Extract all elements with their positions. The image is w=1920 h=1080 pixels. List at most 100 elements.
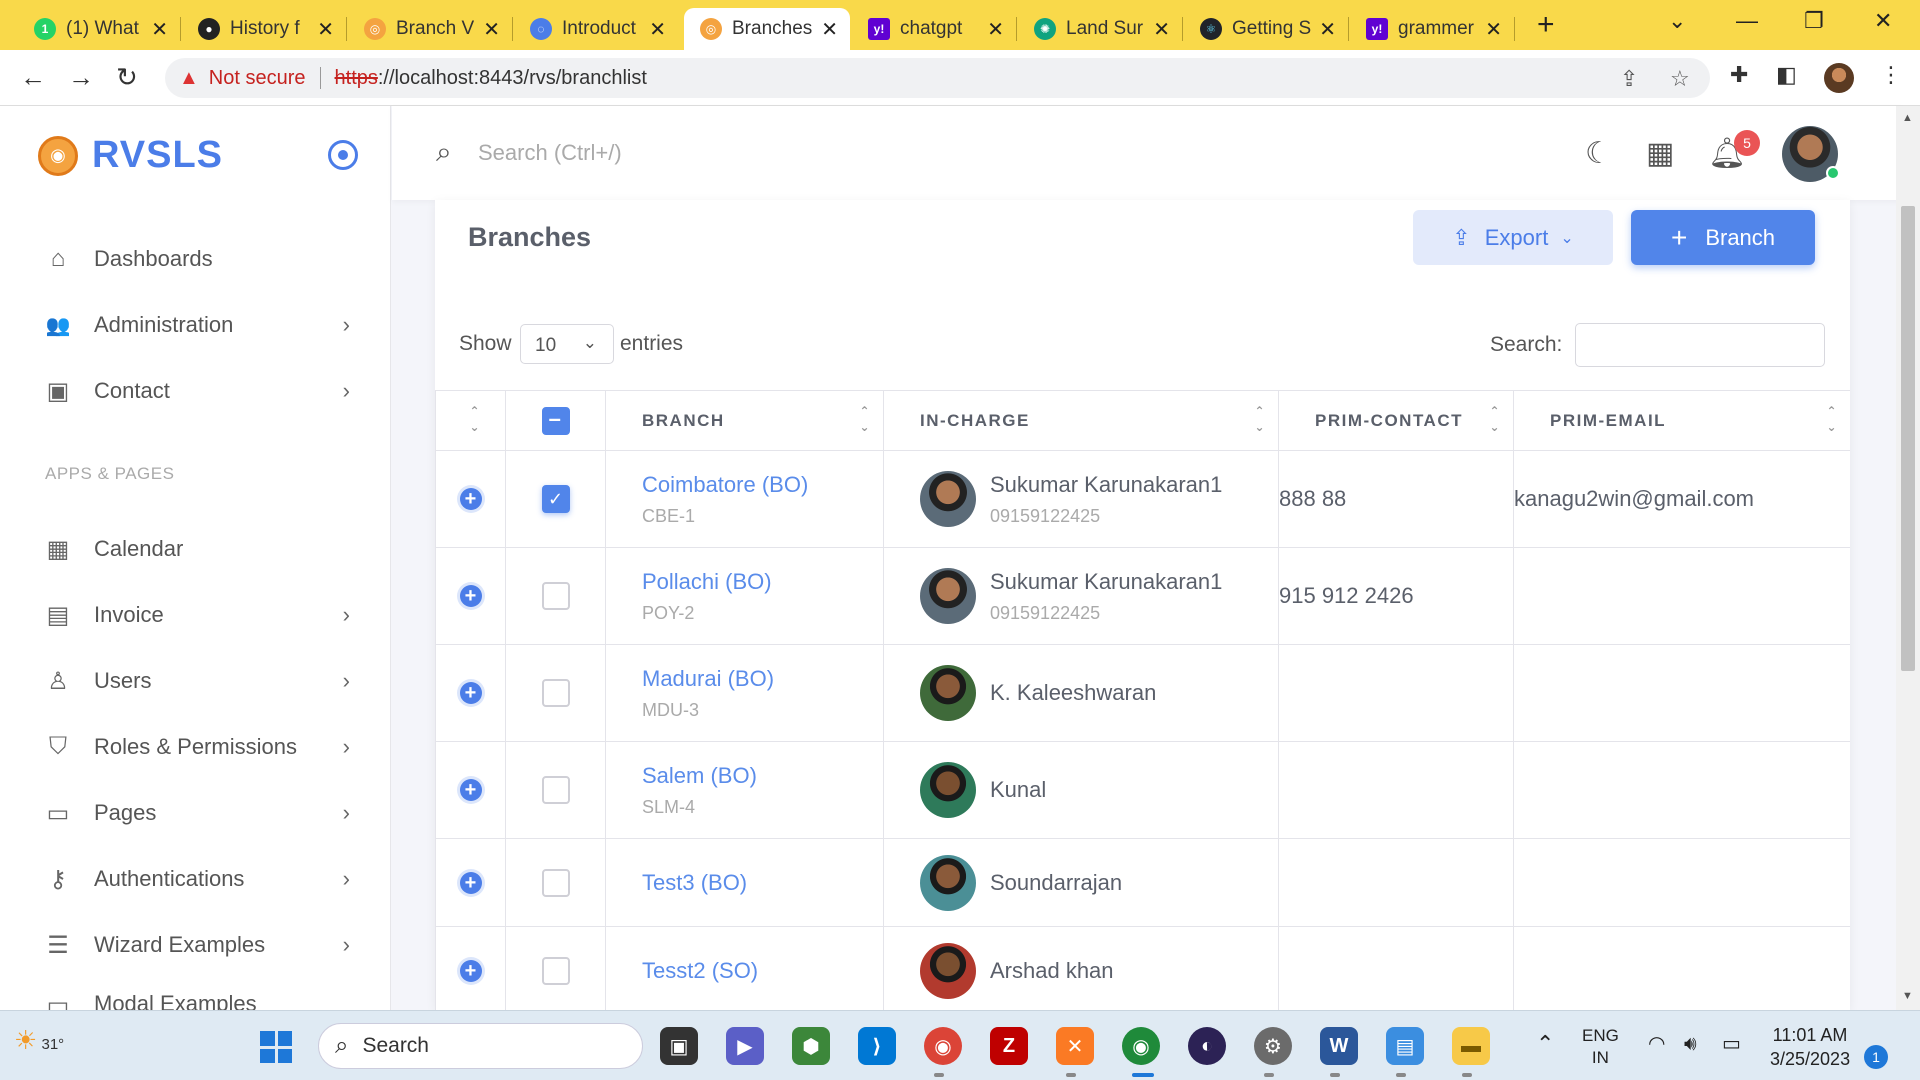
scroll-up-icon[interactable]: ▲ [1902, 112, 1913, 124]
wifi-icon[interactable]: ◠ [1648, 1033, 1665, 1055]
word-icon[interactable]: W [1320, 1027, 1358, 1065]
browser-profile-avatar[interactable] [1824, 63, 1854, 93]
notepad-icon[interactable]: ▤ [1386, 1027, 1424, 1065]
close-icon[interactable]: ✕ [1485, 17, 1502, 42]
browser-tab[interactable]: ◌ Introduct ✕ [514, 8, 678, 50]
browser-tab-active[interactable]: ◎ Branches ✕ [684, 8, 850, 50]
row-checkbox[interactable] [541, 679, 570, 707]
scrollbar-thumb[interactable] [1901, 206, 1915, 671]
row-checkbox[interactable] [541, 776, 570, 804]
notification-center-badge[interactable]: 1 [1864, 1045, 1888, 1069]
close-window-icon[interactable]: ✕ [1874, 8, 1892, 34]
restore-icon[interactable]: ❐ [1804, 8, 1824, 34]
row-checkbox[interactable] [541, 582, 570, 610]
expand-row-icon[interactable]: + [459, 585, 482, 607]
browser-tab[interactable]: ⚛ Getting S ✕ [1184, 8, 1348, 50]
table-search-input[interactable] [1575, 323, 1825, 367]
page-scrollbar[interactable]: ▲ ▼ [1896, 106, 1920, 1010]
vscode-icon[interactable]: ⟩ [858, 1027, 896, 1065]
browser-tab[interactable]: ◎ Branch V ✕ [348, 8, 512, 50]
sidebar-item-contact[interactable]: ▣ Contact › [44, 371, 364, 411]
sidebar-item-authentications[interactable]: ⚷ Authentications › [44, 859, 364, 899]
search-icon[interactable]: ⌕ [436, 136, 452, 169]
filezilla-icon[interactable]: Z [990, 1027, 1028, 1065]
row-checkbox[interactable]: ✓ [541, 485, 570, 513]
volume-icon[interactable]: 🔊︎ [1684, 1033, 1697, 1055]
sidebar-item-modal[interactable]: ▭ Modal Examples [44, 991, 364, 1011]
row-checkbox[interactable] [541, 868, 570, 897]
windows-start-icon[interactable] [260, 1031, 292, 1063]
browser-tab[interactable]: y! grammer ✕ [1350, 8, 1514, 50]
sidebar-item-wizard[interactable]: ☰ Wizard Examples › [44, 925, 364, 965]
scroll-down-icon[interactable]: ▼ [1902, 990, 1913, 1002]
close-icon[interactable]: ✕ [1153, 17, 1170, 42]
teams-chat-icon[interactable]: ▶ [726, 1027, 764, 1065]
browser-tab[interactable]: y! chatgpt ✕ [852, 8, 1016, 50]
show-hidden-icons-icon[interactable]: ⌃ [1536, 1033, 1554, 1055]
row-checkbox[interactable] [541, 956, 570, 985]
task-view-icon[interactable]: ▣ [660, 1027, 698, 1065]
column-header-branch[interactable]: BRANCH ⌃ ⌄ [605, 390, 884, 451]
expand-row-icon[interactable]: + [459, 682, 482, 704]
back-icon[interactable]: ← [20, 62, 46, 93]
branch-name-link[interactable]: Tesst2 (SO) [606, 958, 883, 984]
new-tab-icon[interactable]: + [1537, 8, 1555, 42]
tab-search-icon[interactable]: ⌄ [1668, 8, 1686, 34]
bookmark-star-icon[interactable]: ☆ [1670, 66, 1690, 92]
minimize-icon[interactable]: — [1736, 8, 1758, 34]
sidebar-item-administration[interactable]: 👥 Administration › [44, 305, 364, 345]
side-panel-icon[interactable]: ◧ [1776, 62, 1797, 88]
sidebar-item-pages[interactable]: ▭ Pages › [44, 793, 364, 833]
language-indicator[interactable]: ENG IN [1582, 1025, 1619, 1069]
browser-tab[interactable]: ● History f ✕ [182, 8, 346, 50]
security-label[interactable]: Not secure [209, 67, 306, 90]
file-explorer-icon[interactable]: ▬ [1452, 1027, 1490, 1065]
expand-row-icon[interactable]: + [459, 488, 482, 510]
close-icon[interactable]: ✕ [317, 17, 334, 42]
branch-name-link[interactable]: Salem (BO) [606, 763, 883, 789]
expand-row-icon[interactable]: + [459, 871, 482, 894]
column-header-email[interactable]: PRIM-EMAIL ⌃ ⌄ [1513, 390, 1850, 451]
expand-column-header[interactable]: ⌃ ⌄ [435, 390, 506, 451]
close-icon[interactable]: ✕ [483, 17, 500, 42]
brand-logo[interactable]: ◉ RVSLS [38, 134, 223, 177]
close-icon[interactable]: ✕ [821, 17, 838, 42]
weather-widget[interactable]: ☀ 31° [14, 1025, 64, 1056]
eclipse-icon[interactable]: ◐ [1188, 1027, 1226, 1065]
user-avatar[interactable] [1782, 126, 1840, 182]
export-button[interactable]: ⇪ Export ⌄ [1413, 210, 1613, 265]
add-branch-button[interactable]: + Branch [1631, 210, 1815, 265]
entries-per-page-select[interactable]: 10 ⌄ [520, 324, 614, 364]
sidebar-item-dashboards[interactable]: ⌂ Dashboards [44, 239, 364, 279]
chrome-active-icon[interactable]: ◉ [1122, 1027, 1160, 1065]
share-icon[interactable]: ⇪ [1620, 66, 1638, 92]
close-icon[interactable]: ✕ [987, 17, 1004, 42]
browser-tab[interactable]: ✺ Land Sur ✕ [1018, 8, 1182, 50]
reload-icon[interactable]: ↻ [116, 62, 138, 93]
close-icon[interactable]: ✕ [151, 17, 168, 42]
nodejs-icon[interactable]: ⬢ [792, 1027, 830, 1065]
collapse-sidebar-icon[interactable] [328, 140, 358, 170]
browser-menu-icon[interactable]: ⋮ [1880, 62, 1902, 88]
branch-name-link[interactable]: Madurai (BO) [606, 666, 883, 692]
sidebar-item-invoice[interactable]: ▤ Invoice › [44, 595, 364, 635]
battery-icon[interactable]: ▭ [1722, 1033, 1741, 1055]
settings-gear-icon[interactable]: ⚙ [1254, 1027, 1292, 1065]
shortcuts-grid-icon[interactable]: ▦ [1646, 136, 1674, 171]
branch-name-link[interactable]: Coimbatore (BO) [606, 472, 883, 498]
sidebar-item-roles[interactable]: ⛉ Roles & Permissions › [44, 727, 364, 767]
column-header-incharge[interactable]: IN-CHARGE ⌃ ⌄ [883, 390, 1279, 451]
extensions-icon[interactable]: ✚ [1730, 62, 1748, 88]
system-clock[interactable]: 11:01 AM 3/25/2023 [1770, 1023, 1850, 1071]
dark-mode-icon[interactable]: ☾ [1585, 136, 1612, 171]
browser-tab[interactable]: 1 (1) What ✕ [18, 8, 180, 50]
global-search-input[interactable]: Search (Ctrl+/) [478, 140, 622, 166]
sidebar-item-calendar[interactable]: ▦ Calendar [44, 529, 364, 569]
expand-row-icon[interactable]: + [459, 779, 482, 801]
taskbar-search[interactable]: ⌕ Search [318, 1023, 643, 1069]
xampp-icon[interactable]: ✕ [1056, 1027, 1094, 1065]
close-icon[interactable]: ✕ [649, 17, 666, 42]
chrome-icon[interactable]: ◉ [924, 1027, 962, 1065]
close-icon[interactable]: ✕ [1319, 17, 1336, 42]
branch-name-link[interactable]: Pollachi (BO) [606, 569, 883, 595]
